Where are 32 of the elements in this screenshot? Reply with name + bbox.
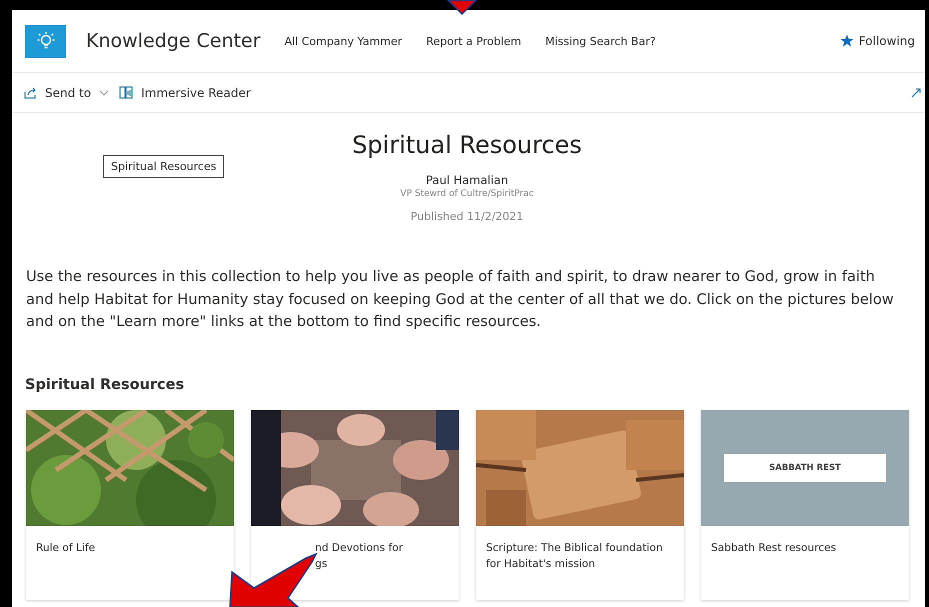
card-caption: Rule of Life xyxy=(36,540,96,556)
nav-link[interactable]: All Company Yammer xyxy=(284,34,402,48)
card-caption: gs xyxy=(315,556,328,572)
follow-button[interactable]: Following xyxy=(834,33,921,49)
card-caption: Sabbath Rest resources xyxy=(711,540,838,556)
banner-label: SABBATH REST xyxy=(724,454,886,482)
author-role: VP Stewrd of Cultre/SpiritPrac xyxy=(400,189,534,199)
resource-card[interactable]: SABBATH REST Sabbath Rest resources xyxy=(701,410,909,600)
arrow-drawing xyxy=(446,0,478,16)
site-title: Knowledge Center xyxy=(86,30,260,52)
immersive-reader-button[interactable]: Immersive Reader xyxy=(119,86,251,100)
site-logo[interactable] xyxy=(25,24,66,58)
resource-card[interactable]: nd Devotions for gs xyxy=(251,410,459,600)
card-caption: nd Devotions for xyxy=(315,540,404,556)
intro-paragraph: Use the resources in this collection to help you live as people of faith and spirit, to draw nearer to God, grow in faith and help Habitat for Humanity stay focused on keeping God at the center of all that we do. Click on the pictures below and on the "Learn more" links at the bottom to find specific resources. xyxy=(26,267,895,332)
resource-card[interactable]: Rule of Life xyxy=(26,410,234,600)
expand-icon[interactable] xyxy=(911,88,921,98)
published-date: Published 11/2/2021 xyxy=(410,210,524,223)
send-to-button[interactable]: Send to xyxy=(24,86,110,100)
star-icon xyxy=(840,35,853,47)
page-title: Spiritual Resources xyxy=(352,131,582,159)
nav-link[interactable]: Report a Problem xyxy=(426,34,522,48)
author-name[interactable]: Paul Hamalian xyxy=(426,173,508,187)
card-caption: Scripture: The Biblical foundation xyxy=(486,540,664,556)
section-title: Spiritual Resources xyxy=(25,376,186,392)
resource-card[interactable]: Scripture: The Biblical foundation for Habitat's mission xyxy=(476,410,684,600)
chevron-down-icon xyxy=(99,90,110,96)
nav-link[interactable]: Missing Search Bar? xyxy=(545,34,656,48)
card-caption: for Habitat's mission xyxy=(486,556,596,572)
reader-icon xyxy=(119,86,134,99)
share-icon xyxy=(24,86,37,98)
page-tag[interactable]: Spiritual Resources xyxy=(103,155,224,178)
